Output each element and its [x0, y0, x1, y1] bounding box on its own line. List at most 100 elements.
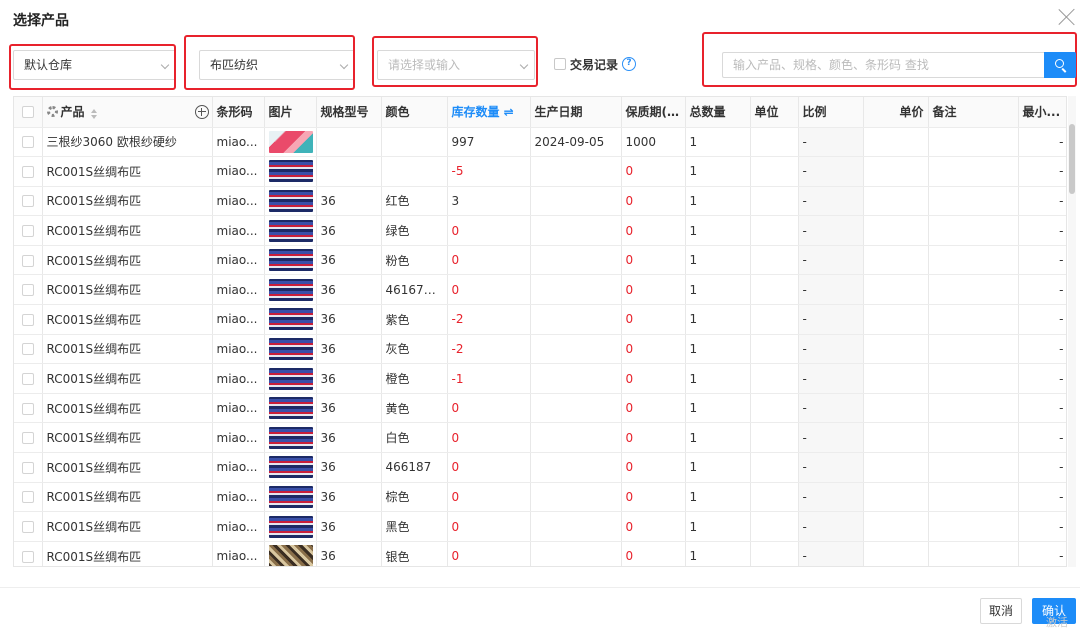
row-select-cell[interactable]	[14, 215, 43, 246]
warehouse-select[interactable]: 默认仓库	[13, 50, 176, 80]
trade-record-toggle[interactable]: 交易记录 ?	[554, 55, 637, 73]
table-row[interactable]: RC001S丝绸布匹 miao... 36 粉色 0 0 1- -	[14, 245, 1066, 276]
row-checkbox[interactable]	[21, 313, 34, 326]
cell-total[interactable]: 1	[685, 334, 751, 365]
cell-total[interactable]: 1	[685, 127, 751, 158]
cancel-button[interactable]: 取消	[980, 598, 1022, 624]
row-checkbox[interactable]	[21, 284, 34, 297]
cell-total[interactable]: 1	[685, 304, 751, 335]
cell-note[interactable]	[928, 393, 1019, 424]
cell-note[interactable]	[928, 511, 1019, 542]
cell-note[interactable]	[928, 363, 1019, 394]
cell-price[interactable]	[863, 541, 929, 566]
cell-note[interactable]	[928, 541, 1019, 566]
cell-total[interactable]: 1	[685, 511, 751, 542]
cell-note[interactable]	[928, 186, 1019, 217]
cell-note[interactable]	[928, 304, 1019, 335]
row-checkbox[interactable]	[21, 343, 34, 356]
cell-total[interactable]: 1	[685, 215, 751, 246]
cell-note[interactable]	[928, 127, 1019, 158]
cell-total[interactable]: 1	[685, 541, 751, 566]
cell-unit[interactable]	[750, 511, 799, 542]
cell-price[interactable]	[863, 511, 929, 542]
row-select-cell[interactable]	[14, 334, 43, 365]
row-checkbox[interactable]	[21, 373, 34, 386]
cell-unit[interactable]	[750, 245, 799, 276]
cell-total[interactable]: 1	[685, 274, 751, 306]
row-select-cell[interactable]	[14, 127, 43, 158]
cell-unit[interactable]	[750, 274, 799, 306]
table-row[interactable]: RC001S丝绸布匹 miao... 36 红色 3 0 1 - -	[14, 186, 1066, 217]
cell-unit[interactable]	[750, 156, 799, 187]
cell-unit[interactable]	[750, 127, 799, 158]
row-select-cell[interactable]	[14, 245, 43, 276]
cell-note[interactable]	[928, 215, 1019, 246]
cell-total[interactable]: 1	[685, 363, 751, 394]
cell-price[interactable]	[863, 452, 929, 483]
category-select[interactable]: 布匹纺织	[199, 50, 355, 80]
cell-unit[interactable]	[750, 393, 799, 424]
help-icon[interactable]: ?	[622, 57, 637, 71]
secondary-select[interactable]: 请选择或输入	[377, 50, 535, 80]
row-select-cell[interactable]	[14, 393, 43, 424]
table-row[interactable]: RC001S丝绸布匹 miao... 36 466187 0 0 1- -	[14, 452, 1066, 483]
row-checkbox[interactable]	[21, 165, 34, 178]
cell-total[interactable]: 1	[685, 422, 751, 454]
row-select-cell[interactable]	[14, 156, 43, 187]
row-checkbox[interactable]	[21, 254, 34, 267]
table-row[interactable]: RC001S丝绸布匹 miao... 36 橙色 -1 0 1 - -	[14, 363, 1066, 394]
table-row[interactable]: 三根纱3060 欧根纱硬纱 miao... 997 2024-09-05 1000 1 - -	[14, 127, 1066, 158]
cell-price[interactable]	[863, 393, 929, 424]
trade-record-checkbox[interactable]	[554, 58, 566, 70]
row-checkbox[interactable]	[21, 432, 34, 445]
cell-total[interactable]: 1	[685, 186, 751, 217]
table-row[interactable]: RC001S丝绸布匹 miao... 36 黄色 0 0 1- -	[14, 393, 1066, 424]
cell-price[interactable]	[863, 215, 929, 246]
row-checkbox[interactable]	[21, 550, 34, 563]
row-select-cell[interactable]	[14, 274, 43, 306]
search-button[interactable]	[1044, 52, 1076, 78]
cell-total[interactable]: 1	[685, 452, 751, 483]
cell-unit[interactable]	[750, 215, 799, 246]
cell-total[interactable]: 1	[685, 482, 751, 513]
cell-price[interactable]	[863, 363, 929, 394]
table-row[interactable]: RC001S丝绸布匹 miao... 36 灰色 -2 0 1 - -	[14, 334, 1066, 365]
add-column-icon[interactable]	[195, 105, 209, 119]
cell-note[interactable]	[928, 452, 1019, 483]
product-search-input[interactable]: 输入产品、规格、颜色、条形码 查找	[722, 52, 1044, 78]
cell-unit[interactable]	[750, 452, 799, 483]
row-checkbox[interactable]	[21, 402, 34, 415]
row-select-cell[interactable]	[14, 511, 43, 542]
row-select-cell[interactable]	[14, 482, 43, 513]
cell-total[interactable]: 1	[685, 393, 751, 424]
cell-price[interactable]	[863, 156, 929, 187]
select-all-checkbox[interactable]	[21, 106, 34, 119]
scrollbar-thumb[interactable]	[1069, 124, 1075, 194]
cell-price[interactable]	[863, 245, 929, 276]
cell-note[interactable]	[928, 156, 1019, 187]
table-row[interactable]: RC001S丝绸布匹 miao... 36 棕色 0 0 1- -	[14, 482, 1066, 513]
row-checkbox[interactable]	[21, 195, 34, 208]
row-select-cell[interactable]	[14, 541, 43, 566]
table-row[interactable]: RC001S丝绸布匹 miao... 36 紫色 -2 0 1 - -	[14, 304, 1066, 335]
col-stock[interactable]: 库存数量 ⇌	[447, 97, 531, 128]
cell-price[interactable]	[863, 127, 929, 158]
table-row[interactable]: RC001S丝绸布匹 miao... 36 白色 0 0 1- -	[14, 422, 1066, 454]
row-checkbox[interactable]	[21, 225, 34, 238]
table-row[interactable]: RC001S丝绸布匹 miao... 36 黑色 0 0 1- -	[14, 511, 1066, 542]
cell-note[interactable]	[928, 482, 1019, 513]
cell-unit[interactable]	[750, 334, 799, 365]
cell-note[interactable]	[928, 245, 1019, 276]
row-checkbox[interactable]	[21, 136, 34, 149]
sort-icon[interactable]	[90, 109, 97, 120]
select-all-cell[interactable]	[14, 97, 43, 128]
row-select-cell[interactable]	[14, 304, 43, 335]
settings-icon[interactable]	[46, 106, 58, 118]
row-select-cell[interactable]	[14, 452, 43, 483]
table-row[interactable]: RC001S丝绸布匹 miao... 36 461672... 0 0 1- -	[14, 274, 1066, 306]
cell-price[interactable]	[863, 274, 929, 306]
cell-total[interactable]: 1	[685, 156, 751, 187]
table-row[interactable]: RC001S丝绸布匹 miao... -5 0 1 - -	[14, 156, 1066, 187]
cell-price[interactable]	[863, 482, 929, 513]
table-row[interactable]: RC001S丝绸布匹 miao... 36 绿色 0 0 1- -	[14, 215, 1066, 246]
